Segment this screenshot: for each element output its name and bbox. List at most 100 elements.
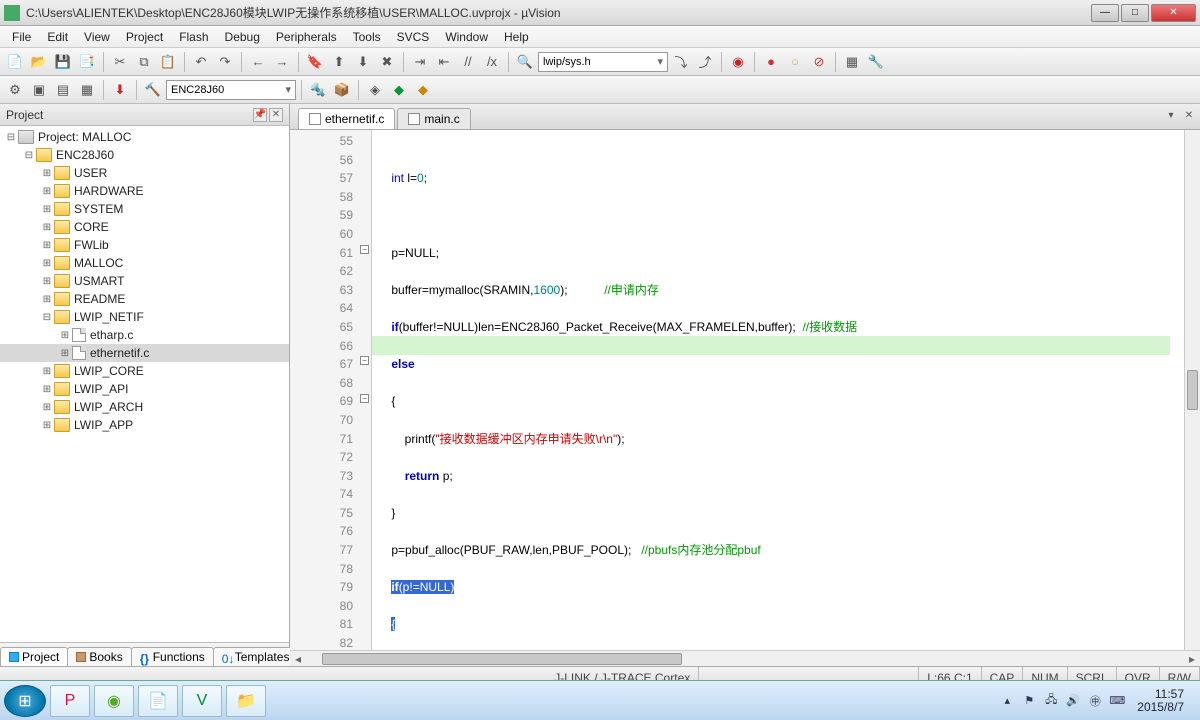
find-icon[interactable]: 🔍: [514, 51, 536, 73]
tree-file[interactable]: ⊞etharp.c: [0, 326, 289, 344]
vertical-scrollbar[interactable]: [1184, 130, 1200, 650]
minimize-button[interactable]: —: [1091, 4, 1119, 22]
tree-root[interactable]: ⊟Project: MALLOC: [0, 128, 289, 146]
scroll-left-icon[interactable]: ◂: [290, 652, 306, 666]
fold-icon[interactable]: −: [360, 356, 369, 365]
task-app-icon[interactable]: ◉: [94, 685, 134, 717]
nav-fwd-icon[interactable]: →: [271, 51, 293, 73]
menu-edit[interactable]: Edit: [39, 28, 76, 46]
tree-group[interactable]: ⊞MALLOC: [0, 254, 289, 272]
scrollbar-thumb[interactable]: [322, 653, 682, 665]
menu-view[interactable]: View: [76, 28, 118, 46]
bookmark-next-icon[interactable]: ⬇: [352, 51, 374, 73]
save-icon[interactable]: 💾: [52, 51, 74, 73]
tree-group[interactable]: ⊞LWIP_APP: [0, 416, 289, 434]
scrollbar-thumb[interactable]: [1187, 370, 1198, 410]
menu-file[interactable]: File: [4, 28, 39, 46]
build-icon[interactable]: ▣: [28, 79, 50, 101]
menu-window[interactable]: Window: [437, 28, 496, 46]
code-area[interactable]: − − − 5556575859606162636465666768697071…: [290, 130, 1200, 650]
cut-icon[interactable]: ✂: [109, 51, 131, 73]
editor-tab-ethernetif[interactable]: ethernetif.c: [298, 108, 395, 129]
rte-icon[interactable]: ◆: [388, 79, 410, 101]
scroll-right-icon[interactable]: ▸: [1184, 652, 1200, 666]
target-options-icon[interactable]: 🔨: [142, 79, 164, 101]
tree-group[interactable]: ⊞CORE: [0, 218, 289, 236]
tree-group[interactable]: ⊞LWIP_CORE: [0, 362, 289, 380]
menu-project[interactable]: Project: [118, 28, 171, 46]
outdent-icon[interactable]: ⇤: [433, 51, 455, 73]
close-button[interactable]: ✕: [1151, 4, 1196, 22]
batch-build-icon[interactable]: ▦: [76, 79, 98, 101]
menu-debug[interactable]: Debug: [217, 28, 268, 46]
tree-group[interactable]: ⊞LWIP_API: [0, 380, 289, 398]
tab-close-icon[interactable]: ✕: [1182, 108, 1196, 122]
comment-icon[interactable]: //: [457, 51, 479, 73]
menu-peripherals[interactable]: Peripherals: [268, 28, 345, 46]
tree-target[interactable]: ⊟ENC28J60: [0, 146, 289, 164]
menu-flash[interactable]: Flash: [171, 28, 216, 46]
task-powerpoint-icon[interactable]: P: [50, 685, 90, 717]
tray-ime-icon[interactable]: ⌨: [1109, 693, 1125, 709]
open-file-icon[interactable]: 📂: [28, 51, 50, 73]
breakpoint-disable-icon[interactable]: ○: [784, 51, 806, 73]
bookmark-clear-icon[interactable]: ✖: [376, 51, 398, 73]
manage-icon[interactable]: 📦: [331, 79, 353, 101]
bookmark-icon[interactable]: 🔖: [304, 51, 326, 73]
menu-svcs[interactable]: SVCS: [389, 28, 438, 46]
tree-group-netif[interactable]: ⊟LWIP_NETIF: [0, 308, 289, 326]
new-file-icon[interactable]: 📄: [4, 51, 26, 73]
find-prev-icon[interactable]: ⤴: [694, 51, 716, 73]
fold-icon[interactable]: −: [360, 245, 369, 254]
fold-icon[interactable]: −: [360, 394, 369, 403]
tab-functions[interactable]: {}Functions: [131, 647, 214, 666]
nav-back-icon[interactable]: ←: [247, 51, 269, 73]
panel-close-icon[interactable]: ✕: [269, 108, 283, 122]
horizontal-scrollbar[interactable]: ◂ ▸: [290, 650, 1200, 666]
tray-clock[interactable]: 11:572015/8/7: [1131, 688, 1190, 714]
tab-templates[interactable]: 0↓Templates: [213, 647, 299, 666]
project-tree[interactable]: ⊟Project: MALLOC ⊟ENC28J60 ⊞USER ⊞HARDWA…: [0, 126, 289, 642]
configure-icon[interactable]: 🔧: [865, 51, 887, 73]
tray-network-icon[interactable]: 🖧: [1043, 693, 1059, 709]
download-icon[interactable]: ⬇: [109, 79, 131, 101]
tray-volume-icon[interactable]: 🔊: [1065, 693, 1081, 709]
tree-group[interactable]: ⊞FWLib: [0, 236, 289, 254]
editor-tab-main[interactable]: main.c: [397, 108, 470, 129]
tray-flag-icon[interactable]: ⚑: [1021, 693, 1037, 709]
find-combo[interactable]: lwip/sys.h: [538, 52, 668, 72]
tree-group[interactable]: ⊞USER: [0, 164, 289, 182]
tree-group[interactable]: ⊞USMART: [0, 272, 289, 290]
start-button[interactable]: ⊞: [4, 685, 46, 717]
tree-group[interactable]: ⊞SYSTEM: [0, 200, 289, 218]
undo-icon[interactable]: ↶: [190, 51, 212, 73]
maximize-button[interactable]: □: [1121, 4, 1149, 22]
pack-icon[interactable]: ◆: [412, 79, 434, 101]
tray-lang-icon[interactable]: ㊥: [1087, 693, 1103, 709]
breakpoint-kill-icon[interactable]: ⊘: [808, 51, 830, 73]
breakpoint-icon[interactable]: ●: [760, 51, 782, 73]
tree-group[interactable]: ⊞README: [0, 290, 289, 308]
paste-icon[interactable]: 📋: [157, 51, 179, 73]
tree-group[interactable]: ⊞LWIP_ARCH: [0, 398, 289, 416]
rebuild-icon[interactable]: ▤: [52, 79, 74, 101]
menu-tools[interactable]: Tools: [345, 28, 389, 46]
file-ext-icon[interactable]: ◈: [364, 79, 386, 101]
indent-icon[interactable]: ⇥: [409, 51, 431, 73]
tab-project[interactable]: Project: [0, 647, 68, 666]
tree-file-selected[interactable]: ⊞ethernetif.c: [0, 344, 289, 362]
tray-up-icon[interactable]: ▴: [999, 693, 1015, 709]
redo-icon[interactable]: ↷: [214, 51, 236, 73]
task-uvision-icon[interactable]: V: [182, 685, 222, 717]
window-layout-icon[interactable]: ▦: [841, 51, 863, 73]
task-foxit-icon[interactable]: 📄: [138, 685, 178, 717]
tab-books[interactable]: Books: [67, 647, 131, 666]
uncomment-icon[interactable]: /x: [481, 51, 503, 73]
code-text[interactable]: int l=0; p=NULL; buffer=mymalloc(SRAMIN,…: [372, 130, 1184, 650]
tree-group[interactable]: ⊞HARDWARE: [0, 182, 289, 200]
translate-icon[interactable]: ⚙: [4, 79, 26, 101]
find-next-icon[interactable]: ⤵: [670, 51, 692, 73]
options-icon[interactable]: 🔩: [307, 79, 329, 101]
menu-help[interactable]: Help: [496, 28, 537, 46]
save-all-icon[interactable]: 📑: [76, 51, 98, 73]
